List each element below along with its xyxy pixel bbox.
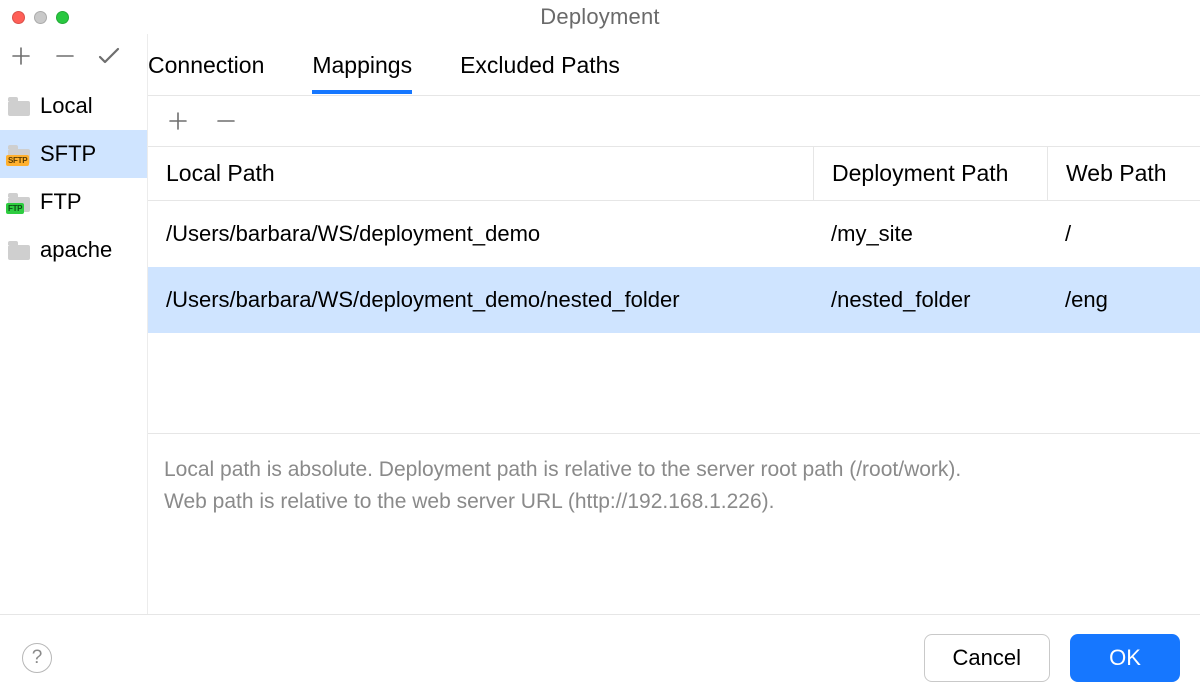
server-toolbar (0, 34, 147, 78)
hint-line: Web path is relative to the web server U… (164, 486, 1184, 518)
titlebar: Deployment (0, 0, 1200, 34)
close-window-button[interactable] (12, 11, 25, 24)
question-icon: ? (32, 647, 43, 669)
mapping-toolbar (148, 96, 1200, 146)
remove-server-button[interactable] (52, 43, 78, 69)
server-label: Local (40, 93, 93, 119)
plus-icon (169, 112, 187, 130)
deployment-dialog: Deployment Local (0, 0, 1200, 700)
cell-web-path[interactable]: / (1047, 201, 1200, 267)
hint-line: Local path is absolute. Deployment path … (164, 454, 1184, 486)
tab-connection[interactable]: Connection (148, 36, 264, 93)
table-empty-area (148, 333, 1200, 433)
server-sidebar: Local SFTP SFTP FTP FTP (0, 34, 148, 614)
protocol-badge: SFTP (6, 155, 29, 166)
add-server-button[interactable] (8, 43, 34, 69)
mappings-table: Local Path Deployment Path Web Path /Use… (148, 146, 1200, 433)
help-button[interactable]: ? (22, 643, 52, 673)
server-item-apache[interactable]: apache (0, 226, 147, 274)
footer-actions: Cancel OK (924, 634, 1180, 682)
minus-icon (56, 47, 74, 65)
server-item-ftp[interactable]: FTP FTP (0, 178, 147, 226)
set-default-server-button[interactable] (96, 43, 122, 69)
col-header-local[interactable]: Local Path (148, 160, 813, 187)
folder-icon (8, 240, 32, 260)
server-item-local[interactable]: Local (0, 82, 147, 130)
add-mapping-button[interactable] (166, 109, 190, 133)
remove-mapping-button[interactable] (214, 109, 238, 133)
dialog-footer: ? Cancel OK (0, 614, 1200, 700)
window-title: Deployment (540, 4, 659, 30)
cell-web-path[interactable]: /eng (1047, 267, 1200, 333)
minus-icon (217, 112, 235, 130)
server-label: FTP (40, 189, 82, 215)
cell-deployment-path[interactable]: /my_site (813, 201, 1047, 267)
server-label: apache (40, 237, 112, 263)
window-controls (12, 11, 69, 24)
plus-icon (12, 47, 30, 65)
table-row[interactable]: /Users/barbara/WS/deployment_demo /my_si… (148, 201, 1200, 267)
col-header-deployment[interactable]: Deployment Path (813, 147, 1047, 200)
cell-local-path[interactable]: /Users/barbara/WS/deployment_demo/nested… (148, 287, 813, 313)
ok-button[interactable]: OK (1070, 634, 1180, 682)
folder-icon: FTP (8, 192, 32, 212)
cancel-button[interactable]: Cancel (924, 634, 1050, 682)
folder-icon (8, 96, 32, 116)
server-list: Local SFTP SFTP FTP FTP (0, 78, 147, 274)
col-header-web[interactable]: Web Path (1047, 147, 1200, 200)
cell-deployment-path[interactable]: /nested_folder (813, 267, 1047, 333)
tab-excluded-paths[interactable]: Excluded Paths (460, 36, 620, 93)
checkmark-icon (98, 47, 120, 65)
minimize-window-button[interactable] (34, 11, 47, 24)
mapping-hint: Local path is absolute. Deployment path … (148, 433, 1200, 545)
cell-local-path[interactable]: /Users/barbara/WS/deployment_demo (148, 221, 813, 247)
dialog-body: Local SFTP SFTP FTP FTP (0, 34, 1200, 614)
table-header: Local Path Deployment Path Web Path (148, 147, 1200, 201)
folder-icon: SFTP (8, 144, 32, 164)
tab-bar: Connection Mappings Excluded Paths (148, 34, 1200, 96)
table-row[interactable]: /Users/barbara/WS/deployment_demo/nested… (148, 267, 1200, 333)
zoom-window-button[interactable] (56, 11, 69, 24)
protocol-badge: FTP (6, 203, 24, 214)
server-item-sftp[interactable]: SFTP SFTP (0, 130, 147, 178)
server-label: SFTP (40, 141, 96, 167)
main-panel: Connection Mappings Excluded Paths Local… (148, 34, 1200, 614)
tab-mappings[interactable]: Mappings (312, 36, 412, 93)
